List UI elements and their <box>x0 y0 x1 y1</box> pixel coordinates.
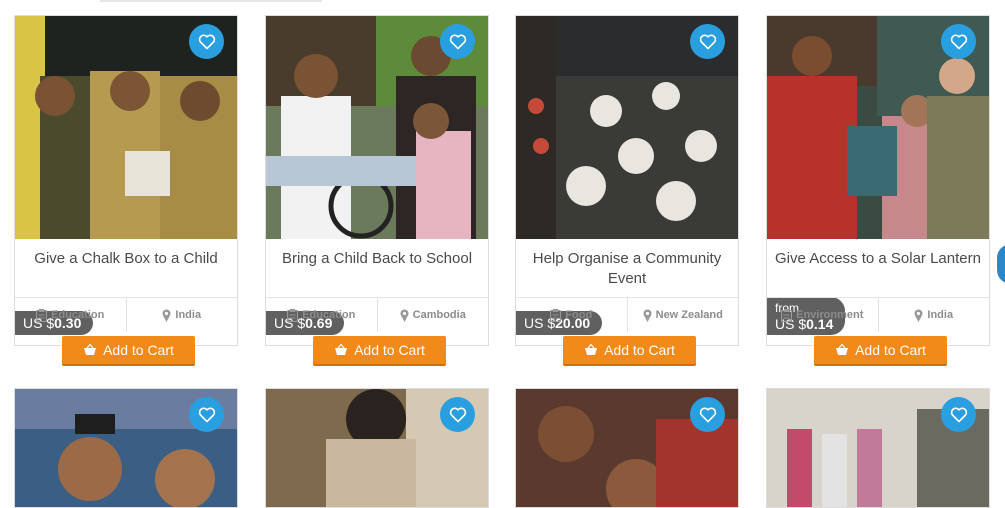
add-to-cart-label: Add to Cart <box>103 342 174 358</box>
project-card-row2-2[interactable] <box>265 388 489 508</box>
favorite-button[interactable] <box>440 397 475 432</box>
location-label: New Zealand <box>655 309 723 321</box>
category-cell: Education <box>15 298 127 332</box>
heart-icon <box>699 407 716 422</box>
favorite-button[interactable] <box>690 397 725 432</box>
project-card-back-to-school[interactable]: US $0.69 Bring a Child Back to School Ed… <box>265 15 489 364</box>
clipboard-icon <box>550 308 562 322</box>
location-label: Cambodia <box>412 309 466 321</box>
project-title[interactable]: Bring a Child Back to School <box>266 239 488 297</box>
add-to-cart-label: Add to Cart <box>604 342 675 358</box>
basket-icon <box>836 344 849 355</box>
project-card-solar-lantern[interactable]: from US $0.14 Give Access to a Solar Lan… <box>766 15 990 364</box>
favorite-button[interactable] <box>189 24 224 59</box>
category-cell: Environment <box>767 298 879 332</box>
add-to-cart-button[interactable]: Add to Cart <box>814 336 947 364</box>
project-title[interactable]: Give a Chalk Box to a Child <box>15 239 237 297</box>
heart-icon <box>198 407 215 422</box>
basket-icon <box>585 344 598 355</box>
favorite-button[interactable] <box>189 397 224 432</box>
favorite-button[interactable] <box>690 24 725 59</box>
project-meta: Education India <box>15 297 237 332</box>
favorite-button[interactable] <box>440 24 475 59</box>
project-card-chalk-box[interactable]: US $0.30 Give a Chalk Box to a Child Edu… <box>14 15 238 364</box>
location-cell: India <box>879 298 990 332</box>
project-title[interactable]: Help Organise a Community Event <box>516 239 738 297</box>
heart-icon <box>449 34 466 49</box>
basket-icon <box>335 344 348 355</box>
clipboard-icon <box>781 308 793 322</box>
add-to-cart-button[interactable]: Add to Cart <box>62 336 195 364</box>
top-divider <box>100 0 322 2</box>
project-card-community-event[interactable]: US $20.00 Help Organise a Community Even… <box>515 15 739 364</box>
location-label: India <box>927 309 954 321</box>
map-pin-icon <box>914 308 923 322</box>
location-cell: Cambodia <box>378 298 489 332</box>
category-label: Environment <box>796 309 864 321</box>
project-card-row2-3[interactable] <box>515 388 739 508</box>
add-to-cart-button[interactable]: Add to Cart <box>313 336 446 364</box>
heart-icon <box>699 34 716 49</box>
side-tab[interactable] <box>997 244 1005 284</box>
project-meta: Education Cambodia <box>266 297 488 332</box>
favorite-button[interactable] <box>941 397 976 432</box>
location-cell: India <box>127 298 238 332</box>
add-to-cart-label: Add to Cart <box>855 342 926 358</box>
basket-icon <box>84 344 97 355</box>
clipboard-icon <box>36 308 48 322</box>
project-card-row2-4[interactable] <box>766 388 990 508</box>
category-label: Education <box>51 309 105 321</box>
map-pin-icon <box>643 308 652 322</box>
map-pin-icon <box>162 308 171 322</box>
favorite-button[interactable] <box>941 24 976 59</box>
map-pin-icon <box>400 308 409 322</box>
heart-icon <box>950 407 967 422</box>
clipboard-icon <box>287 308 299 322</box>
category-cell: Education <box>266 298 378 332</box>
category-label: Education <box>302 309 356 321</box>
category-label: Food <box>565 309 593 321</box>
project-card-row2-1[interactable] <box>14 388 238 508</box>
project-title[interactable]: Give Access to a Solar Lantern <box>767 239 989 297</box>
category-cell: Food <box>516 298 628 332</box>
heart-icon <box>950 34 967 49</box>
heart-icon <box>449 407 466 422</box>
add-to-cart-label: Add to Cart <box>354 342 425 358</box>
add-to-cart-button[interactable]: Add to Cart <box>563 336 696 364</box>
heart-icon <box>198 34 215 49</box>
project-meta: Food New Zealand <box>516 297 738 332</box>
project-meta: Environment India <box>767 297 989 332</box>
location-cell: New Zealand <box>628 298 739 332</box>
location-label: India <box>175 309 202 321</box>
